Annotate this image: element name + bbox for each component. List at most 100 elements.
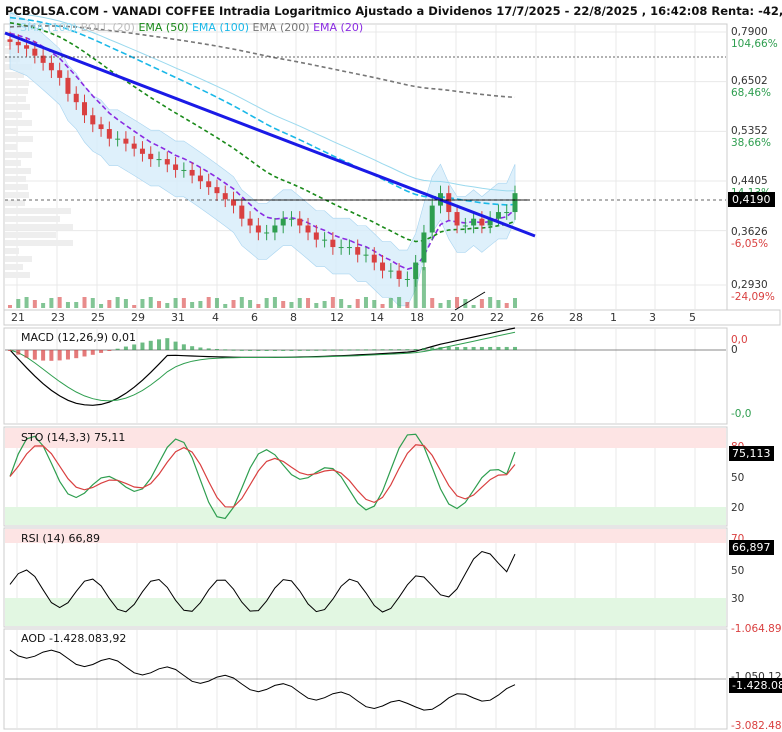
- macd-histogram-bar: [115, 348, 120, 350]
- legend-boll20: BOLL (20): [80, 21, 135, 34]
- volume-profile-bar: [5, 192, 29, 198]
- candle-body: [148, 153, 154, 160]
- chart-title: PCBOLSA.COM - VANADI COFFEE Intradia Log…: [5, 4, 782, 18]
- volume-bar: [90, 298, 95, 308]
- candle-body: [181, 169, 187, 171]
- volume-profile-bar: [5, 208, 71, 214]
- macd-histogram-bar: [421, 348, 426, 350]
- volume-profile-bar: [5, 112, 22, 118]
- volume-bar: [231, 300, 236, 308]
- macd-histogram-bar: [16, 350, 21, 355]
- volume-bar: [132, 305, 137, 308]
- macd-histogram-bar: [157, 339, 162, 350]
- macd-histogram-bar: [322, 349, 327, 351]
- candle-body: [297, 218, 303, 226]
- macd-histogram-bar: [347, 349, 352, 351]
- volume-profile-bar: [5, 256, 32, 262]
- candle-body: [280, 218, 286, 226]
- candle-body: [131, 143, 137, 149]
- volume-bar: [148, 297, 153, 308]
- candle-body: [7, 39, 13, 42]
- volume-bar: [372, 300, 377, 308]
- candle-body: [313, 232, 319, 240]
- volume-profile-bar: [5, 136, 33, 142]
- macd-tick-zero: 0: [731, 344, 738, 356]
- price-level-0: 0,7900 104,66%: [731, 26, 778, 50]
- macd-histogram-bar: [206, 348, 211, 350]
- volume-profile-bar: [5, 80, 29, 86]
- rsi-oversold-zone: [5, 598, 726, 626]
- volume-bar: [438, 303, 443, 308]
- macd-histogram-bar: [496, 346, 501, 350]
- candle-body: [330, 239, 336, 248]
- candle-body: [255, 225, 261, 233]
- volume-bar: [455, 297, 460, 308]
- macd-histogram-bar: [99, 350, 104, 353]
- volume-bar: [347, 305, 352, 308]
- x-tick: 31: [171, 311, 185, 324]
- candle-body: [454, 212, 460, 226]
- volume-bar: [206, 297, 211, 308]
- volume-bar: [272, 297, 277, 308]
- volume-bar: [339, 299, 344, 308]
- candle-body: [421, 232, 427, 263]
- volume-bar: [256, 304, 261, 308]
- volume-bar: [82, 297, 87, 308]
- volume-bar: [322, 301, 327, 308]
- volume-profile-bar: [5, 168, 31, 174]
- macd-histogram-bar: [41, 350, 46, 361]
- x-tick: 4: [212, 311, 219, 324]
- x-tick: 22: [490, 311, 504, 324]
- volume-bar: [430, 298, 435, 308]
- macd-histogram-bar: [455, 347, 460, 350]
- chart-root: PCBOLSA.COM - VANADI COFFEE Intradia Log…: [0, 0, 782, 732]
- macd-histogram-bar: [107, 350, 112, 351]
- volume-profile-bar: [5, 88, 28, 94]
- volume-bar: [74, 302, 79, 308]
- candle-body: [429, 205, 435, 233]
- volume-bar: [49, 298, 54, 308]
- macd-histogram-bar: [231, 349, 236, 351]
- macd-histogram-bar: [479, 346, 484, 350]
- volume-profile-bar: [5, 240, 73, 246]
- volume-bar: [24, 297, 29, 308]
- volume-bar: [248, 300, 253, 308]
- volume-bar: [140, 299, 145, 308]
- price-level-1: 0,6502 68,46%: [731, 75, 772, 99]
- x-tick: 18: [410, 311, 424, 324]
- volume-profile-bar: [5, 96, 26, 102]
- macd-histogram-bar: [140, 342, 145, 350]
- sto-tick-20: 20: [731, 502, 745, 514]
- macd-histogram-bar: [8, 350, 12, 351]
- volume-profile-bar: [5, 152, 32, 158]
- macd-histogram-bar: [388, 349, 393, 351]
- volume-bar: [214, 298, 219, 308]
- macd-histogram-bar: [272, 349, 277, 351]
- candle-body: [247, 218, 253, 226]
- candle-body: [471, 218, 477, 226]
- macd-histogram-bar: [49, 350, 54, 361]
- legend-ema100: EMA (100): [191, 21, 250, 34]
- volume-bar: [446, 300, 451, 308]
- macd-histogram-bar: [339, 349, 344, 351]
- legend-sma100: SMA (100): [20, 21, 78, 34]
- volume-bar: [264, 298, 269, 308]
- volume-bar: [190, 302, 195, 308]
- candle-body: [65, 77, 71, 94]
- x-axis: 21 23 25 29 31 4 6 8 12 14 18 20 22 26 2…: [0, 311, 728, 325]
- volume-bar: [165, 303, 170, 308]
- volume-profile-bar: [5, 184, 28, 190]
- aod-label: AOD -1.428.083,92: [21, 632, 127, 645]
- candle-body: [462, 225, 468, 227]
- macd-histogram-bar: [32, 350, 37, 360]
- macd-histogram-bar: [74, 350, 79, 359]
- x-tick: 23: [51, 311, 65, 324]
- macd-histogram-bar: [190, 346, 195, 350]
- candle-body: [272, 225, 278, 233]
- current-price-tag: 0,4190: [728, 192, 775, 207]
- price-level-2: 0,5352 38,66%: [731, 125, 772, 149]
- volume-profile-bar: [5, 120, 32, 126]
- candle-body: [82, 102, 88, 116]
- macd-histogram-bar: [214, 348, 219, 350]
- candle-body: [371, 254, 377, 263]
